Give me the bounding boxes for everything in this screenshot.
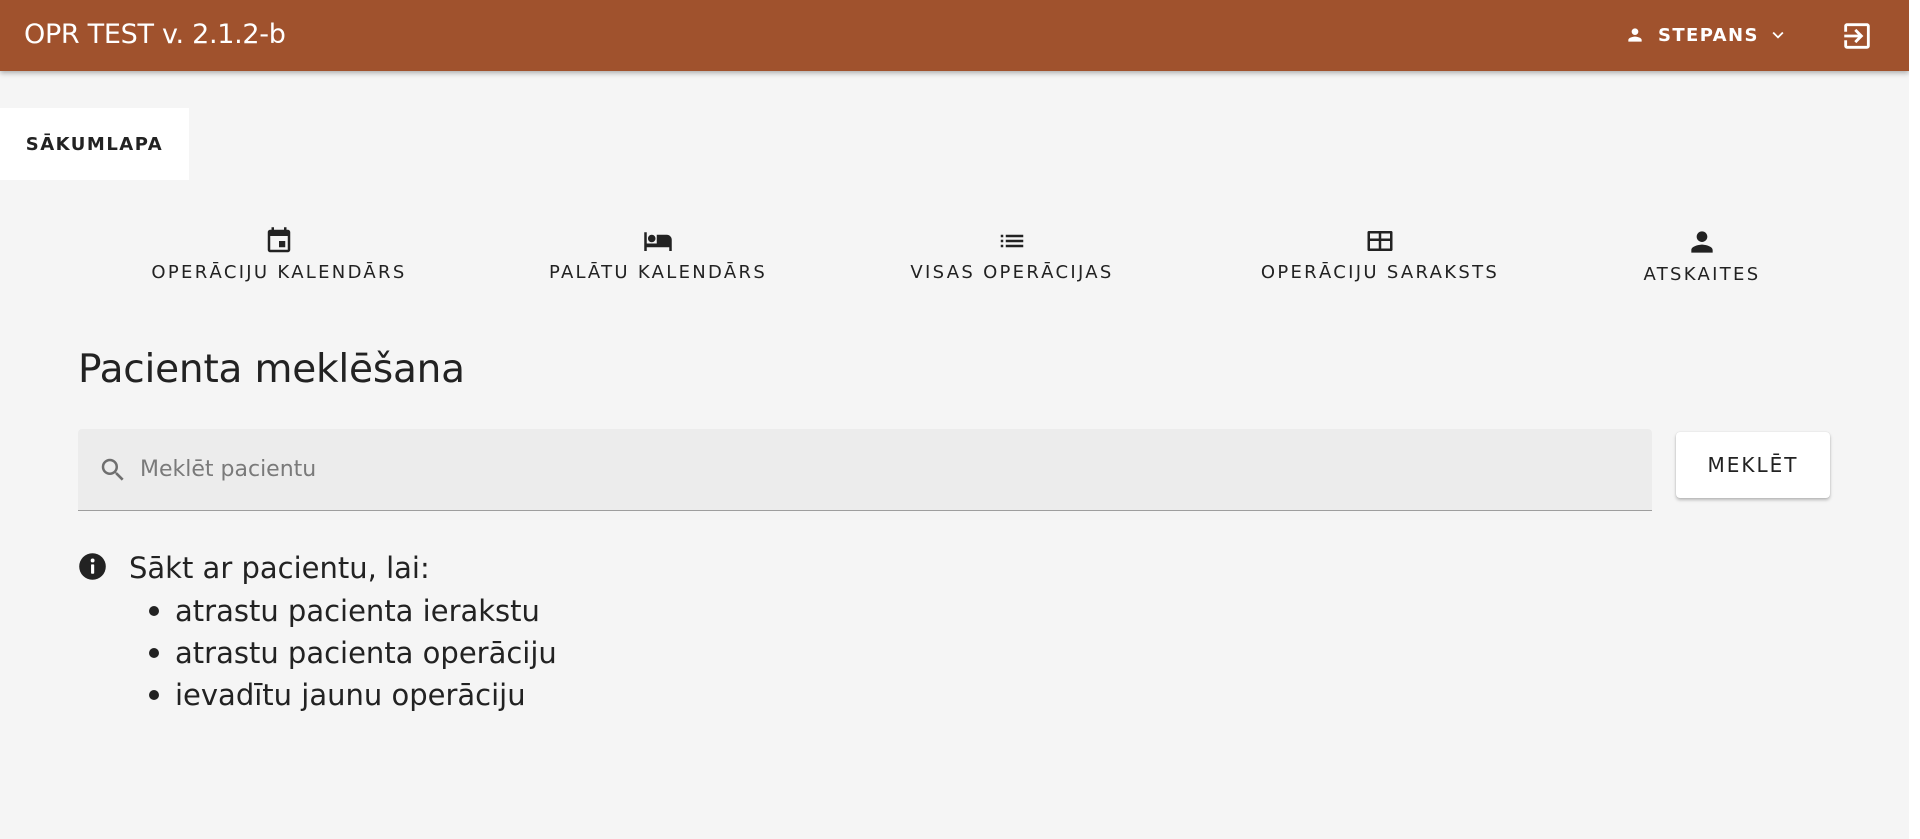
list-item: atrastu pacienta ierakstu — [149, 590, 557, 632]
nav-reports-label: ATSKAITES — [1643, 264, 1761, 285]
list-item-text: ievadītu jaunu operāciju — [175, 678, 526, 712]
list-item-text: atrastu pacienta ierakstu — [175, 594, 540, 628]
calendar-icon — [264, 226, 294, 256]
user-name: STEPANS — [1658, 24, 1759, 46]
info-heading: Sākt ar pacientu, lai: — [129, 551, 430, 585]
user-menu-button[interactable]: STEPANS — [1625, 20, 1789, 50]
nav-operation-calendar-label: OPERĀCIJU KALENDĀRS — [151, 262, 407, 283]
nav-ward-calendar[interactable]: PALĀTU KALENDĀRS — [538, 226, 778, 296]
search-input[interactable] — [140, 447, 1620, 491]
page-edge — [1909, 0, 1920, 839]
app-frame: OPR TEST v. 2.1.2-b STEPANS SĀKUMLAPA OP… — [0, 0, 1909, 839]
search-icon — [98, 455, 128, 485]
list-item: atrastu pacienta operāciju — [149, 632, 557, 674]
info-icon — [78, 552, 107, 581]
bed-icon — [642, 226, 674, 256]
info-list: atrastu pacienta ierakstu atrastu pacien… — [149, 590, 557, 716]
bullet — [149, 606, 159, 616]
nav-operation-calendar[interactable]: OPERĀCIJU KALENDĀRS — [149, 226, 409, 296]
nav-operation-list-label: OPERĀCIJU SARAKSTS — [1260, 262, 1500, 283]
tab-home[interactable]: SĀKUMLAPA — [0, 108, 189, 180]
table-icon — [1365, 226, 1395, 256]
app-bar: OPR TEST v. 2.1.2-b STEPANS — [0, 0, 1909, 71]
person-icon — [1686, 226, 1718, 258]
bullet — [149, 690, 159, 700]
person-icon — [1625, 25, 1645, 45]
chevron-down-icon — [1767, 24, 1789, 46]
logout-icon — [1840, 19, 1874, 53]
nav-all-operations-label: VISAS OPERĀCIJAS — [910, 262, 1114, 283]
nav-reports[interactable]: ATSKAITES — [1622, 226, 1782, 296]
nav-all-operations[interactable]: VISAS OPERĀCIJAS — [891, 226, 1133, 296]
list-item: ievadītu jaunu operāciju — [149, 674, 557, 716]
search-field[interactable] — [78, 429, 1652, 511]
page-title: Pacienta meklēšana — [78, 347, 465, 392]
logout-button[interactable] — [1840, 19, 1874, 53]
list-item-text: atrastu pacienta operāciju — [175, 636, 557, 670]
list-icon — [997, 226, 1027, 256]
search-button[interactable]: MEKLĒT — [1676, 432, 1830, 498]
nav-ward-calendar-label: PALĀTU KALENDĀRS — [548, 262, 768, 283]
nav-operation-list[interactable]: OPERĀCIJU SARAKSTS — [1245, 226, 1515, 296]
app-title: OPR TEST v. 2.1.2-b — [24, 19, 286, 50]
bullet — [149, 648, 159, 658]
